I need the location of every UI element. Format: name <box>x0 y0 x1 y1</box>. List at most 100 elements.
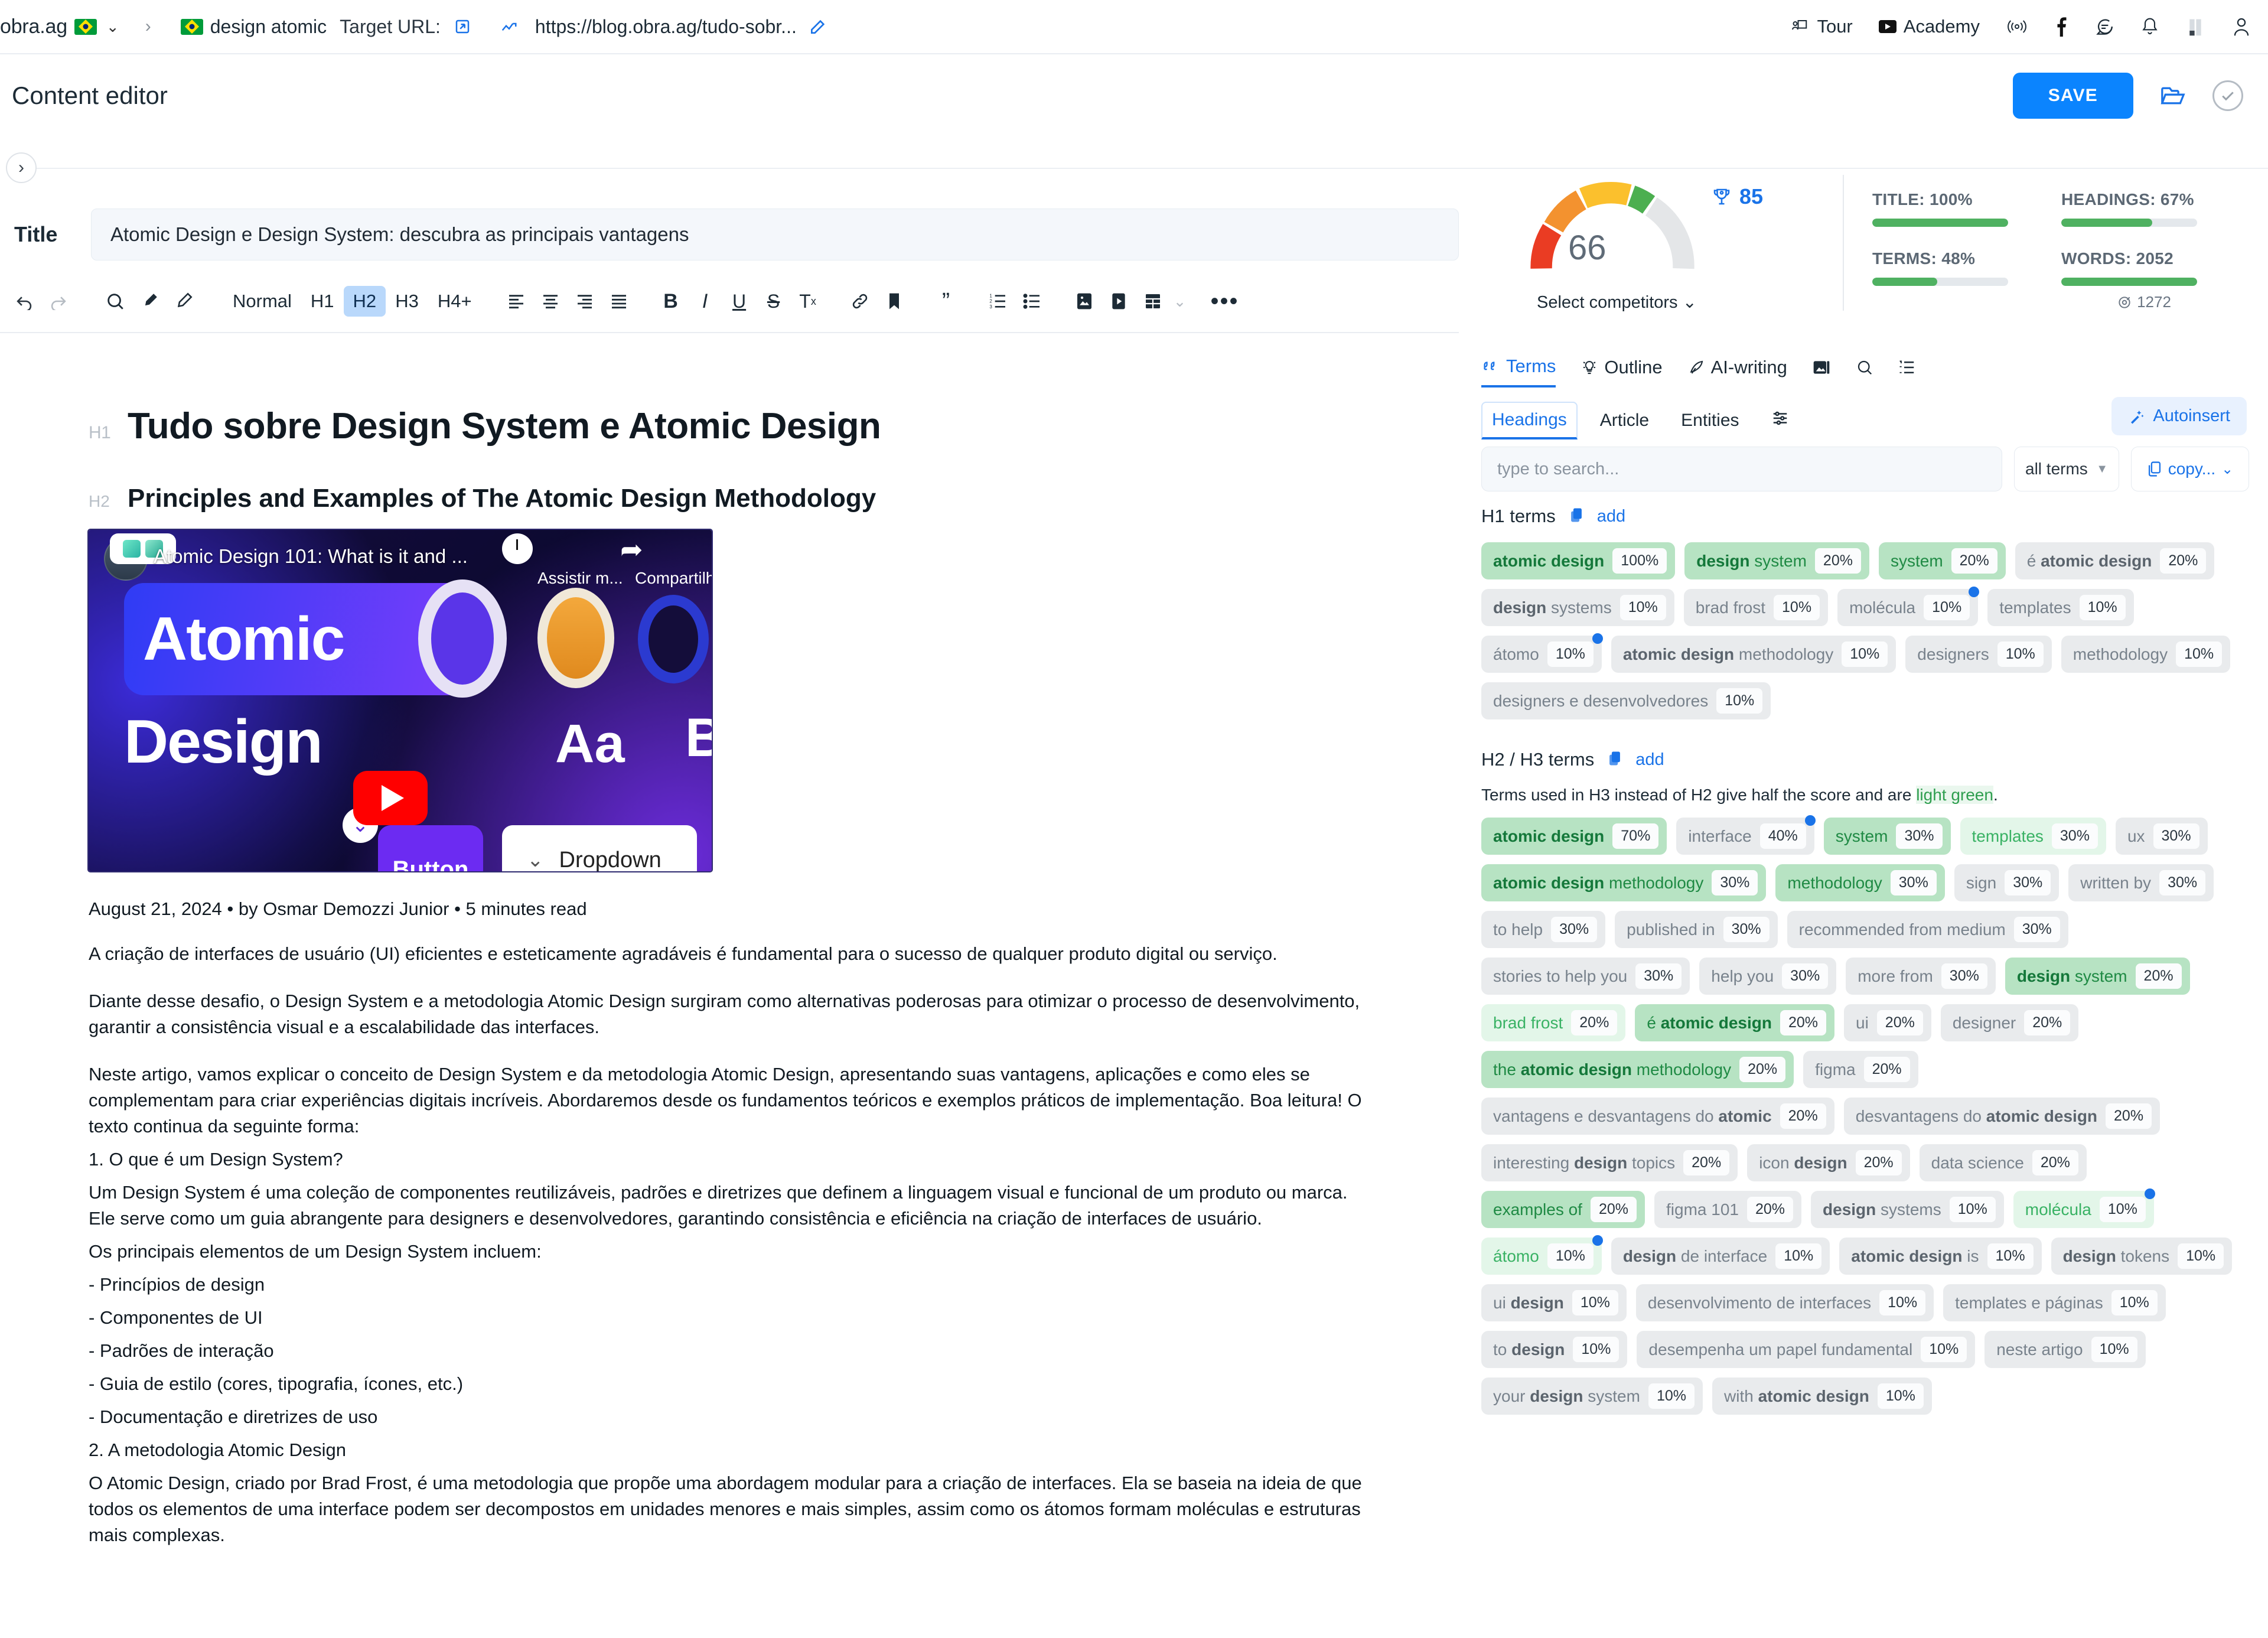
bookmark-icon[interactable] <box>877 284 911 318</box>
term-chip[interactable]: to design10% <box>1481 1331 1627 1368</box>
usage-bars-icon[interactable] <box>2185 16 2205 37</box>
subtab-article[interactable]: Article <box>1591 403 1658 438</box>
term-chip[interactable]: to help30% <box>1481 911 1605 948</box>
term-chip[interactable]: ui20% <box>1844 1004 1931 1041</box>
save-button[interactable]: SAVE <box>2013 73 2133 119</box>
copy-terms-button[interactable]: copy... ⌄ <box>2131 447 2249 491</box>
term-chip[interactable]: templates e páginas10% <box>1943 1284 2166 1321</box>
video-play-button[interactable] <box>353 771 428 825</box>
term-chip[interactable]: desempenha um papel fundamental10% <box>1637 1331 1975 1368</box>
copy-h1-terms-icon[interactable] <box>1569 507 1584 526</box>
subtab-entities[interactable]: Entities <box>1671 403 1748 438</box>
italic-icon[interactable]: I <box>688 284 722 318</box>
document-h1[interactable]: H1 Tudo sobre Design System e Atomic Des… <box>89 405 1370 447</box>
term-chip[interactable]: design system20% <box>1684 542 1869 579</box>
term-chip[interactable]: atomic design is10% <box>1839 1238 2041 1275</box>
term-chip[interactable]: design de interface10% <box>1611 1238 1830 1275</box>
term-chip[interactable]: brad frost10% <box>1684 589 1828 626</box>
term-chip[interactable]: neste artigo10% <box>1984 1331 2145 1368</box>
ordered-list-icon[interactable]: 123 <box>981 284 1015 318</box>
tour-button[interactable]: Tour <box>1790 16 1852 37</box>
term-chip[interactable]: icon design20% <box>1747 1144 1909 1181</box>
format-h3-button[interactable]: H3 <box>386 286 428 317</box>
document-h2[interactable]: H2 Principles and Examples of The Atomic… <box>89 484 1370 513</box>
underline-icon[interactable]: U <box>722 284 757 318</box>
format-normal-button[interactable]: Normal <box>223 286 301 317</box>
term-chip[interactable]: more from30% <box>1846 958 1996 995</box>
academy-button[interactable]: Academy <box>1879 16 1980 37</box>
term-chip[interactable]: é atomic design20% <box>2015 542 2215 579</box>
term-chip[interactable]: desenvolvimento de interfaces10% <box>1636 1284 1934 1321</box>
term-chip[interactable]: interesting design topics20% <box>1481 1144 1738 1181</box>
format-h1-button[interactable]: H1 <box>301 286 344 317</box>
terms-settings-icon[interactable] <box>1762 403 1798 438</box>
term-chip[interactable]: templates10% <box>1987 589 2133 626</box>
term-chip[interactable]: designers e desenvolvedores10% <box>1481 682 1771 719</box>
term-chip[interactable]: stories to help you30% <box>1481 958 1690 995</box>
term-chip[interactable]: interface40% <box>1676 818 1814 855</box>
document-editor[interactable]: H1 Tudo sobre Design System e Atomic Des… <box>0 334 1459 1638</box>
more-options-icon[interactable]: ••• <box>1208 284 1242 318</box>
clear-format-icon[interactable]: Tx <box>791 284 825 318</box>
embedded-video-thumbnail[interactable]: Atomic Design 101: What is it and ... ➦ … <box>89 530 712 871</box>
term-chip[interactable]: atomic design methodology10% <box>1611 636 1896 673</box>
target-url-value[interactable]: https://blog.obra.ag/tudo-sobr... <box>535 16 797 38</box>
term-chip[interactable]: designer20% <box>1941 1004 2078 1041</box>
user-avatar-icon[interactable] <box>2231 16 2251 37</box>
blockquote-icon[interactable]: ” <box>929 284 963 318</box>
insert-video-icon[interactable] <box>1102 284 1136 318</box>
term-chip[interactable]: with atomic design10% <box>1712 1378 1932 1415</box>
title-input[interactable] <box>91 209 1459 260</box>
term-chip[interactable]: recommended from medium30% <box>1787 911 2068 948</box>
highlighter-icon[interactable] <box>132 284 167 318</box>
term-chip[interactable]: examples of20% <box>1481 1191 1645 1228</box>
term-chip[interactable]: designers10% <box>1905 636 2051 673</box>
term-chip[interactable]: vantagens e desvantagens do atomic20% <box>1481 1098 1834 1135</box>
align-center-icon[interactable] <box>533 284 568 318</box>
term-chip[interactable]: data science20% <box>1920 1144 2087 1181</box>
term-chip[interactable]: system30% <box>1824 818 1951 855</box>
broadcast-icon[interactable] <box>2006 18 2028 35</box>
bulleted-list-icon[interactable] <box>1015 284 1050 318</box>
term-chip[interactable]: figma20% <box>1803 1051 1918 1088</box>
term-chip[interactable]: ux30% <box>2116 818 2208 855</box>
site-name[interactable]: obra.ag <box>0 15 67 38</box>
term-chip[interactable]: the atomic design methodology20% <box>1481 1051 1794 1088</box>
table-chevron-down-icon[interactable]: ⌄ <box>1170 284 1190 318</box>
autoinsert-button[interactable]: Autoinsert <box>2111 397 2247 435</box>
term-chip[interactable]: átomo10% <box>1481 1238 1602 1275</box>
search-icon[interactable] <box>98 284 132 318</box>
analytics-icon[interactable] <box>500 18 519 35</box>
term-chip[interactable]: brad frost20% <box>1481 1004 1625 1041</box>
format-h2-button[interactable]: H2 <box>344 286 386 317</box>
bold-icon[interactable]: B <box>654 284 688 318</box>
term-chip[interactable]: methodology10% <box>2061 636 2230 673</box>
term-chip[interactable]: design system20% <box>2005 958 2190 995</box>
select-competitors-dropdown[interactable]: Select competitors ⌄ <box>1537 292 1697 312</box>
marker-icon[interactable] <box>167 284 201 318</box>
copy-h2h3-terms-icon[interactable] <box>1607 750 1622 770</box>
open-folder-icon[interactable] <box>2159 84 2186 108</box>
term-chip[interactable]: molécula10% <box>2013 1191 2154 1228</box>
terms-list[interactable]: H1 terms add atomic design100%design sys… <box>1465 506 2268 1638</box>
h1-terms-add-button[interactable]: add <box>1597 507 1625 526</box>
term-chip[interactable]: desvantagens do atomic design20% <box>1844 1098 2160 1135</box>
external-link-icon[interactable] <box>454 18 471 35</box>
term-chip[interactable]: figma 10120% <box>1654 1191 1801 1228</box>
align-justify-icon[interactable] <box>602 284 636 318</box>
strikethrough-icon[interactable]: S <box>757 284 791 318</box>
share-arrow-icon[interactable]: ➦ <box>620 533 643 565</box>
term-chip[interactable]: design tokens10% <box>2051 1238 2233 1275</box>
insert-table-icon[interactable] <box>1136 284 1170 318</box>
term-chip[interactable]: design systems10% <box>1481 589 1674 626</box>
term-chip[interactable]: help you30% <box>1699 958 1836 995</box>
term-chip[interactable]: ui design10% <box>1481 1284 1627 1321</box>
term-chip[interactable]: atomic design100% <box>1481 542 1675 579</box>
project-name[interactable]: design atomic <box>210 16 327 38</box>
tab-list[interactable] <box>1898 359 1916 384</box>
collapse-sidebar-button[interactable]: › <box>6 152 37 183</box>
all-terms-select[interactable]: all terms ▼ <box>2014 447 2119 491</box>
insert-image-icon[interactable] <box>1067 284 1102 318</box>
link-icon[interactable] <box>843 284 877 318</box>
format-h4plus-button[interactable]: H4+ <box>428 286 481 317</box>
